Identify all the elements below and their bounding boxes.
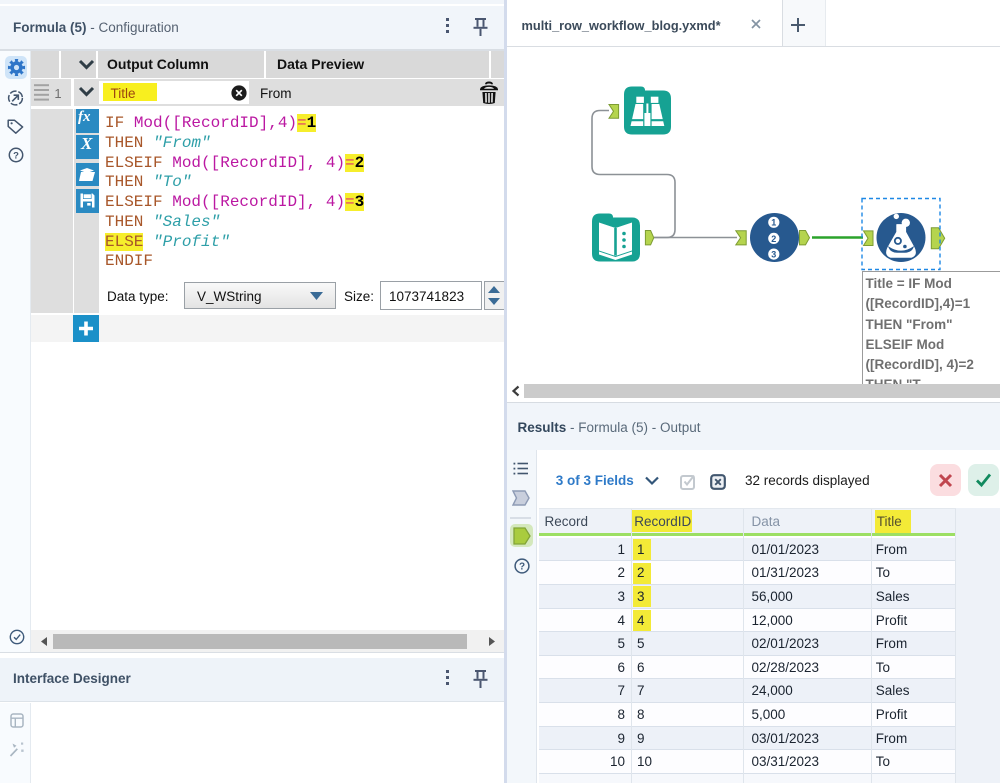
svg-text:1: 1 (771, 217, 776, 227)
svg-text:3: 3 (771, 249, 776, 259)
svg-text:2: 2 (771, 233, 776, 243)
svg-text:?: ? (519, 562, 525, 573)
svg-text:?: ? (13, 150, 19, 161)
